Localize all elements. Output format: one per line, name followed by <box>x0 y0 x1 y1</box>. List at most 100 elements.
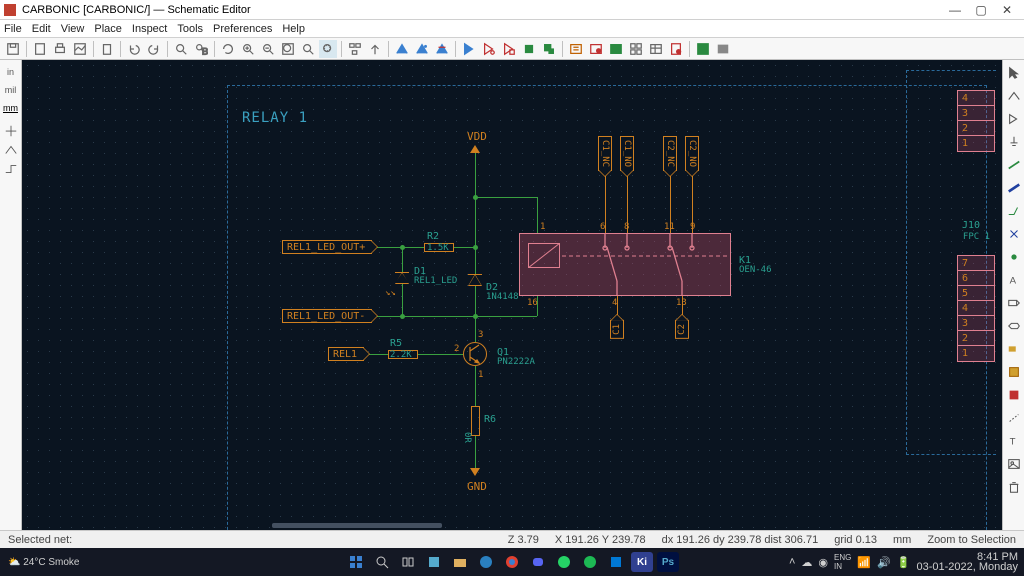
rotate-cw-icon[interactable] <box>413 40 431 58</box>
lines-90-icon[interactable] <box>4 162 18 179</box>
add-symbol-icon[interactable] <box>1005 110 1023 128</box>
annotate-icon[interactable] <box>567 40 585 58</box>
chrome-icon[interactable] <box>501 552 523 572</box>
net-rel1[interactable]: REL1 <box>328 347 364 361</box>
resistor-r6[interactable] <box>471 406 480 436</box>
explorer-icon[interactable] <box>449 552 471 572</box>
system-tray[interactable]: ˄ ☁ ◉ ENGIN 📶 🔊 🔋 8:41 PM 03-01-2022, Mo… <box>789 552 1018 572</box>
unit-mil[interactable]: mil <box>2 82 20 98</box>
connector-j10[interactable]: 7 6 5 4 3 2 1 <box>957 255 995 362</box>
unit-in[interactable]: in <box>2 64 20 80</box>
symbol-editor-icon[interactable] <box>480 40 498 58</box>
menu-inspect[interactable]: Inspect <box>132 23 167 35</box>
select-tool-icon[interactable] <box>1005 64 1023 82</box>
menu-preferences[interactable]: Preferences <box>213 23 272 35</box>
tray-battery-icon[interactable]: 🔋 <box>897 556 911 569</box>
tray-cloud-icon[interactable]: ☁ <box>801 556 812 569</box>
import-sheet-icon[interactable] <box>1005 386 1023 404</box>
menu-file[interactable]: File <box>4 23 22 35</box>
discord-icon[interactable] <box>527 552 549 572</box>
taskbar-clock[interactable]: 8:41 PM 03-01-2022, Monday <box>916 552 1018 572</box>
zoom-selection-icon[interactable] <box>319 40 337 58</box>
refresh-icon[interactable] <box>219 40 237 58</box>
add-netlabel-icon[interactable] <box>1005 294 1023 312</box>
paste-icon[interactable] <box>98 40 116 58</box>
mirror-h-icon[interactable] <box>460 40 478 58</box>
find-icon[interactable] <box>172 40 190 58</box>
undo-icon[interactable] <box>125 40 143 58</box>
add-text-icon[interactable]: T <box>1005 432 1023 450</box>
net-c2-no[interactable]: C2_NO <box>685 136 699 171</box>
page-settings-icon[interactable] <box>31 40 49 58</box>
taskview-icon[interactable] <box>397 552 419 572</box>
zoom-fit-icon[interactable] <box>279 40 297 58</box>
menu-tools[interactable]: Tools <box>177 23 203 35</box>
tray-steam-icon[interactable]: ◉ <box>818 556 828 569</box>
spotify-icon[interactable] <box>579 552 601 572</box>
net-c2[interactable]: C2 <box>675 320 689 339</box>
field-editor-icon[interactable] <box>647 40 665 58</box>
symbol-browse-icon[interactable] <box>500 40 518 58</box>
minimize-button[interactable]: — <box>942 3 968 17</box>
add-noconn-icon[interactable] <box>1005 225 1023 243</box>
unit-mm[interactable]: mm <box>2 100 20 116</box>
taskbar-weather[interactable]: ⛅ 24°C Smoke <box>8 557 79 568</box>
menu-place[interactable]: Place <box>94 23 122 35</box>
leave-sheet-icon[interactable] <box>366 40 384 58</box>
net-c1[interactable]: C1 <box>610 320 624 339</box>
print-icon[interactable] <box>51 40 69 58</box>
net-rel1-led-out-n[interactable]: REL1_LED_OUT- <box>282 309 372 323</box>
connector-top[interactable]: 4 3 2 1 <box>957 90 995 152</box>
assign-fp-icon[interactable] <box>627 40 645 58</box>
plot-icon[interactable] <box>71 40 89 58</box>
export-netlist-icon[interactable] <box>714 40 732 58</box>
widgets-icon[interactable] <box>423 552 445 572</box>
add-line-icon[interactable] <box>1005 409 1023 427</box>
search-tb-icon[interactable] <box>371 552 393 572</box>
add-bus2wire-icon[interactable] <box>1005 202 1023 220</box>
add-sheet-icon[interactable] <box>1005 363 1023 381</box>
add-label-icon[interactable]: A <box>1005 271 1023 289</box>
save-icon[interactable] <box>4 40 22 58</box>
add-bus-icon[interactable] <box>1005 179 1023 197</box>
bom-icon[interactable] <box>667 40 685 58</box>
menu-help[interactable]: Help <box>282 23 305 35</box>
rotate-ccw-icon[interactable] <box>393 40 411 58</box>
start-icon[interactable] <box>345 552 367 572</box>
add-junction-icon[interactable] <box>1005 248 1023 266</box>
hierarchy-icon[interactable] <box>346 40 364 58</box>
highlight-net-icon[interactable] <box>1005 87 1023 105</box>
net-c1-no[interactable]: C1_NO <box>620 136 634 171</box>
add-image-icon[interactable] <box>1005 455 1023 473</box>
scrollbar-horizontal[interactable] <box>272 523 442 528</box>
photoshop-icon[interactable]: Ps <box>657 552 679 572</box>
menu-view[interactable]: View <box>61 23 85 35</box>
tray-lang[interactable]: ENGIN <box>834 553 851 571</box>
edge-icon[interactable] <box>475 552 497 572</box>
add-global-icon[interactable] <box>1005 317 1023 335</box>
add-wire-icon[interactable] <box>1005 156 1023 174</box>
whatsapp-icon[interactable] <box>553 552 575 572</box>
net-rel1-led-out-p[interactable]: REL1_LED_OUT+ <box>282 240 372 254</box>
simulate-icon[interactable] <box>607 40 625 58</box>
cursor-full-icon[interactable] <box>4 124 18 141</box>
find-replace-icon[interactable]: B <box>192 40 210 58</box>
redo-icon[interactable] <box>145 40 163 58</box>
add-power-icon[interactable] <box>1005 133 1023 151</box>
footprint-editor-icon[interactable] <box>520 40 538 58</box>
erc-icon[interactable] <box>587 40 605 58</box>
kicad-icon[interactable]: Ki <box>631 552 653 572</box>
maximize-button[interactable]: ▢ <box>968 3 994 17</box>
net-c2-nc[interactable]: C2_NC <box>663 136 677 171</box>
windows-taskbar[interactable]: ⛅ 24°C Smoke Ki Ps ˄ ☁ ◉ ENGIN 📶 🔊 🔋 8:4… <box>0 548 1024 576</box>
no-dnp-icon[interactable] <box>4 143 18 160</box>
zoom-in-icon[interactable] <box>239 40 257 58</box>
footprint-browse-icon[interactable] <box>540 40 558 58</box>
pcb-icon[interactable] <box>694 40 712 58</box>
mirror-v-icon[interactable] <box>433 40 451 58</box>
tray-chevron-icon[interactable]: ˄ <box>789 556 795 568</box>
close-button[interactable]: ✕ <box>994 3 1020 17</box>
menu-edit[interactable]: Edit <box>32 23 51 35</box>
vscode-icon[interactable] <box>605 552 627 572</box>
zoom-obj-icon[interactable] <box>299 40 317 58</box>
